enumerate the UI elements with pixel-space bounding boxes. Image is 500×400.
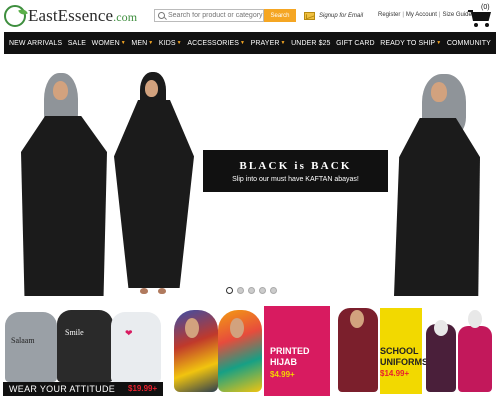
register-link[interactable]: Register <box>378 12 400 18</box>
hoodie-image <box>5 312 57 382</box>
promo-school-uniforms[interactable]: SCHOOL UNIFORMS $14.99+ <box>334 306 498 396</box>
nav-community[interactable]: COMMUNITY <box>447 40 491 47</box>
model-image <box>388 70 482 300</box>
my-account-link[interactable]: My Account <box>406 12 437 18</box>
hero-banner[interactable]: BLACK is BACK Slip into our must have KA… <box>203 150 388 192</box>
nav-accessories[interactable]: ACCESSORIES ▼ <box>187 40 245 47</box>
chevron-down-icon: ▼ <box>148 40 154 46</box>
heart-icon: ❤ <box>125 328 133 338</box>
shopping-cart-icon[interactable]: (0) <box>468 4 496 28</box>
slide-dot[interactable] <box>237 287 244 294</box>
hero-slider[interactable]: BLACK is BACK Slip into our must have KA… <box>0 56 500 301</box>
uniforms-promo-tile: SCHOOL UNIFORMS $14.99+ <box>380 308 428 394</box>
slide-dot[interactable] <box>270 287 277 294</box>
search-button[interactable]: Search <box>264 9 296 22</box>
model-image <box>112 70 196 300</box>
hijab-promo-tile: PRINTED HIJAB $4.99+ <box>264 306 330 396</box>
nav-under-25[interactable]: UNDER $25 <box>291 40 330 47</box>
nav-gift-card[interactable]: GIFT CARD <box>336 40 375 47</box>
search-input[interactable] <box>168 12 263 19</box>
nav-men[interactable]: MEN ▼ <box>131 40 153 47</box>
cart-count: (0) <box>481 4 490 11</box>
hero-subtitle: Slip into our must have KAFTAN abayas! <box>232 175 359 183</box>
slider-pagination <box>226 287 277 294</box>
uniform-image <box>458 326 492 392</box>
main-nav: NEW ARRIVALS SALE WOMEN ▼ MEN ▼ KIDS ▼ ACCE… <box>4 32 496 54</box>
slide-dot[interactable] <box>259 287 266 294</box>
site-logo[interactable]: EastEssence.com <box>4 4 137 28</box>
search-bar: Search <box>154 9 296 22</box>
nav-sale[interactable]: SALE <box>68 40 86 47</box>
promo-attitude-tees[interactable]: Salaam Smile ❤ WEAR YOUR ATTITUDE $19.99… <box>3 306 163 396</box>
signup-label: Signup for Email <box>319 13 364 19</box>
search-field[interactable] <box>154 9 264 22</box>
slide-dot[interactable] <box>226 287 233 294</box>
hoodie-image <box>111 312 161 382</box>
nav-kids[interactable]: KIDS ▼ <box>159 40 182 47</box>
hero-title: BLACK is BACK <box>239 159 352 172</box>
logo-suffix: .com <box>113 10 138 24</box>
chevron-down-icon: ▼ <box>280 40 286 46</box>
chevron-down-icon: ▼ <box>176 40 182 46</box>
model-image <box>18 68 110 298</box>
nav-prayer[interactable]: PRAYER ▼ <box>251 40 286 47</box>
nav-ready-to-ship[interactable]: READY TO SHIP ▼ <box>380 40 441 47</box>
slide-dot[interactable] <box>248 287 255 294</box>
site-header: EastEssence.com Search Signup for Email … <box>0 0 500 30</box>
chevron-down-icon: ▼ <box>239 40 246 46</box>
search-icon <box>158 12 165 19</box>
chevron-down-icon: ▼ <box>120 40 126 46</box>
logo-text: EastEssence <box>28 6 114 25</box>
nav-new-arrivals[interactable]: NEW ARRIVALS <box>9 40 62 47</box>
envelope-icon <box>304 12 315 20</box>
promo-price: $19.99+ <box>128 384 158 393</box>
promo-printed-hijab[interactable]: PRINTED HIJAB $4.99+ <box>170 306 330 396</box>
promo-strip: Salaam Smile ❤ WEAR YOUR ATTITUDE $19.99… <box>0 306 500 396</box>
hoodie-image <box>57 310 113 382</box>
chevron-down-icon: ▼ <box>436 40 442 46</box>
email-signup-link[interactable]: Signup for Email <box>304 10 363 22</box>
account-links: Register | My Account | Size Guide <box>378 12 472 18</box>
nav-women[interactable]: WOMEN ▼ <box>92 40 126 47</box>
logo-icon <box>4 5 26 27</box>
